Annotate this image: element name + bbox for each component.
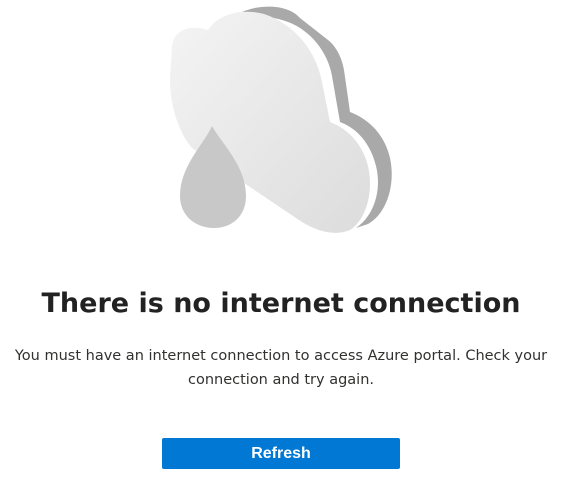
refresh-button[interactable]: Refresh <box>162 438 400 469</box>
disconnected-cloud-icon <box>170 6 392 233</box>
error-message: You must have an internet connection to … <box>0 344 562 392</box>
no-connection-page: There is no internet connection You must… <box>0 0 586 483</box>
error-message-line: connection and try again. <box>187 372 375 388</box>
error-message-line: You must have an internet connection to … <box>14 348 548 364</box>
page-title: There is no internet connection <box>41 288 521 319</box>
